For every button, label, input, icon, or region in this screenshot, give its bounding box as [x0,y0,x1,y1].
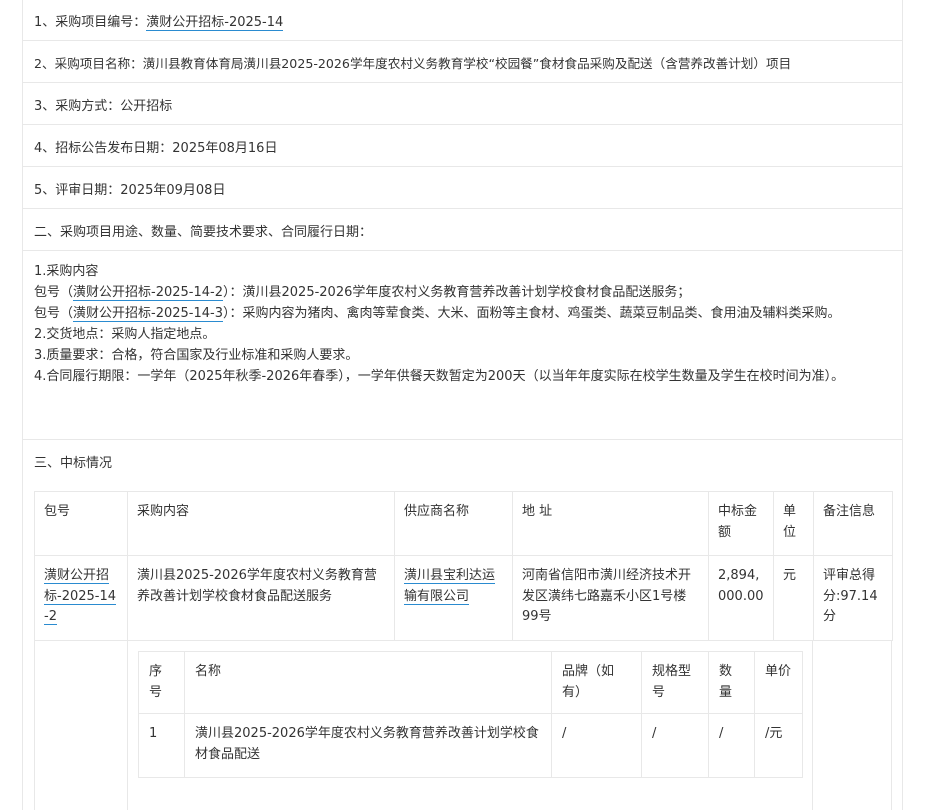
header-unit: 单位 [773,491,814,556]
header-spec: 规格型号 [641,651,709,714]
cell-address: 河南省信阳市潢川经济技术开发区潢纬七路嘉禾小区1号楼99号 [512,555,709,641]
cell-package: 潢财公开招标-2025-14-2 [34,555,128,641]
divider [812,640,813,810]
award-table: 包号 采购内容 供应商名称 地 址 中标金额 单位 备注信息 潢财公开招标-20… [34,491,893,641]
divider [891,640,892,810]
quality-requirement: 3.质量要求：合格，符合国家及行业标准和采购人要求。 [34,348,359,363]
header-content: 采购内容 [127,491,395,556]
header-price: 单价 [754,651,803,714]
package-3-prefix: 包号（ [34,306,74,321]
project-name: 2、采购项目名称：潢川县教育体育局潢川县2025-2026学年度农村义务教育学校… [34,56,792,71]
project-number-label: 1、采购项目编号： [34,15,147,30]
review-date: 5、评审日期：2025年09月08日 [34,183,226,198]
item-table: 序号 名称 品牌（如有） 规格型号 数量 单价 1 潢川县2025-2026学年… [138,651,803,778]
cell-brand: / [551,713,642,778]
section2-heading-row: 二、采购项目用途、数量、简要技术要求、合同履行日期： [23,209,902,251]
package-2-prefix: 包号（ [34,285,74,300]
package-2-link[interactable]: 潢财公开招标-2025-14-2 [73,285,223,301]
header-supplier: 供应商名称 [394,491,513,556]
header-amount: 中标金额 [708,491,774,556]
divider [127,640,128,810]
header-remark: 备注信息 [813,491,893,556]
info-row-review-date: 5、评审日期：2025年09月08日 [23,167,902,209]
section2-heading: 二、采购项目用途、数量、简要技术要求、合同履行日期： [34,225,373,240]
delivery-location: 2.交货地点：采购人指定地点。 [34,327,216,342]
info-row-procurement-method: 3、采购方式：公开招标 [23,83,902,125]
procurement-method: 3、采购方式：公开招标 [34,99,173,114]
header-package: 包号 [34,491,128,556]
package-3-link[interactable]: 潢财公开招标-2025-14-3 [73,306,223,322]
table-row: 潢财公开招标-2025-14-2 潢川县2025-2026学年度农村义务教育营养… [34,555,893,641]
info-row-project-number: 1、采购项目编号：潢财公开招标-2025-14 [23,0,902,41]
supplier-link[interactable]: 潢川县宝利达运输有限公司 [404,568,496,605]
cell-no: 1 [138,713,185,778]
header-no: 序号 [138,651,185,714]
package-2-desc: ）：潢川县2025-2026学年度农村义务教育营养改善计划学校食材食品配送服务； [223,285,691,300]
cell-name: 潢川县2025-2026学年度农村义务教育营养改善计划学校食材食品配送 [184,713,552,778]
cell-price: /元 [754,713,803,778]
info-row-announcement-date: 4、招标公告发布日期：2025年08月16日 [23,125,902,167]
header-address: 地 址 [512,491,709,556]
project-number-line: 1、采购项目编号：潢财公开招标-2025-14 [34,11,284,31]
cell-qty: / [708,713,755,778]
info-row-project-name: 2、采购项目名称：潢川县教育体育局潢川县2025-2026学年度农村义务教育学校… [23,41,902,83]
contract-period: 4.合同履行期限：一学年（2025年秋季-2026年春季），一学年供餐天数暂定为… [34,369,845,384]
project-number-link[interactable]: 潢财公开招标-2025-14 [146,15,284,31]
section3-heading-row: 三、中标情况 [23,440,902,482]
header-qty: 数量 [708,651,755,714]
announcement-date: 4、招标公告发布日期：2025年08月16日 [34,141,278,156]
purchase-content-title: 1.采购内容 [34,264,99,279]
cell-unit: 元 [773,555,814,641]
package-3-line: 包号（潢财公开招标-2025-14-3）：采购内容为猪肉、禽肉等荤食类、大米、面… [34,303,894,324]
package-2-line: 包号（潢财公开招标-2025-14-2）：潢川县2025-2026学年度农村义务… [34,282,894,303]
table-row: 1 潢川县2025-2026学年度农村义务教育营养改善计划学校食材食品配送 / … [138,713,803,778]
divider [34,640,35,810]
item-table-header: 序号 名称 品牌（如有） 规格型号 数量 单价 [138,651,803,714]
package-3-desc: ）：采购内容为猪肉、禽肉等荤食类、大米、面粉等主食材、鸡蛋类、蔬菜豆制品类、食用… [223,306,841,321]
header-brand: 品牌（如有） [551,651,642,714]
header-name: 名称 [184,651,552,714]
cell-spec: / [641,713,709,778]
section3-heading: 三、中标情况 [34,456,113,471]
cell-content: 潢川县2025-2026学年度农村义务教育营养改善计划学校食材食品配送服务 [127,555,395,641]
cell-remark: 评审总得分:97.14分 [813,555,893,641]
cell-supplier: 潢川县宝利达运输有限公司 [394,555,513,641]
award-package-link[interactable]: 潢财公开招标-2025-14-2 [44,568,117,625]
award-table-header: 包号 采购内容 供应商名称 地 址 中标金额 单位 备注信息 [34,491,893,556]
content-frame: 1、采购项目编号：潢财公开招标-2025-14 2、采购项目名称：潢川县教育体育… [22,0,903,810]
cell-amount: 2,894,000.00 [708,555,774,641]
section2-body: 1.采购内容 包号（潢财公开招标-2025-14-2）：潢川县2025-2026… [23,251,902,440]
